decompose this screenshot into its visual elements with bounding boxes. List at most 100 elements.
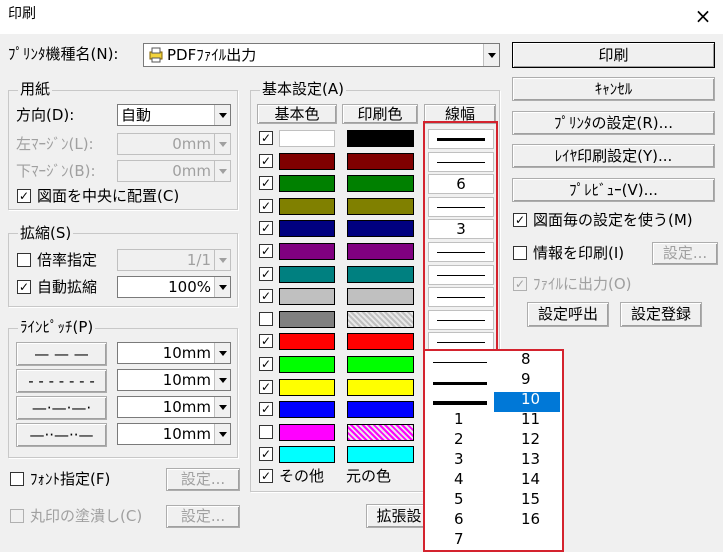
base-color-swatch[interactable] bbox=[279, 446, 335, 463]
chevron-down-icon[interactable] bbox=[214, 397, 230, 417]
popup-item[interactable]: 8 bbox=[521, 349, 531, 369]
color-row-checkbox[interactable]: ✓ bbox=[259, 402, 273, 416]
popup-item[interactable]: 11 bbox=[521, 409, 540, 429]
per-drawing-checkbox[interactable]: ✓ bbox=[513, 213, 527, 227]
linepitch-select[interactable]: 10mm bbox=[117, 396, 231, 418]
popup-line-10[interactable] bbox=[433, 401, 487, 405]
popup-item[interactable]: 14 bbox=[521, 469, 540, 489]
auto-scale-select[interactable]: 100% bbox=[117, 276, 231, 298]
color-row-checkbox[interactable]: ✓ bbox=[259, 221, 273, 235]
popup-item[interactable]: 3 bbox=[454, 449, 464, 469]
bottom-margin-select[interactable]: 0mm bbox=[117, 160, 231, 182]
layer-print-button[interactable]: ﾚｲﾔ印刷設定(Y)... bbox=[512, 144, 715, 168]
save-settings-button[interactable]: 設定登録 bbox=[620, 302, 702, 327]
font-settings-button[interactable]: 設定... bbox=[166, 468, 240, 491]
base-color-swatch[interactable] bbox=[279, 153, 335, 170]
linepitch-style-button[interactable]: — — — bbox=[16, 342, 107, 366]
base-color-swatch[interactable] bbox=[279, 311, 335, 328]
print-color-swatch[interactable] bbox=[347, 266, 414, 283]
color-row-checkbox[interactable]: ✓ bbox=[259, 199, 273, 213]
base-color-swatch[interactable] bbox=[279, 401, 335, 418]
fillcircle-settings-button[interactable]: 設定... bbox=[166, 505, 240, 528]
chevron-down-icon[interactable] bbox=[214, 105, 230, 125]
color-row-checkbox[interactable]: ✓ bbox=[259, 267, 273, 281]
info-settings-button[interactable]: 設定... bbox=[652, 242, 718, 265]
base-color-swatch[interactable] bbox=[279, 379, 335, 396]
popup-item[interactable]: 15 bbox=[521, 489, 540, 509]
preview-button[interactable]: ﾌﾟﾚﾋﾞｭｰ(V)... bbox=[512, 178, 715, 202]
color-row-checkbox[interactable]: ✓ bbox=[259, 131, 273, 145]
font-checkbox[interactable] bbox=[10, 472, 24, 486]
color-row-checkbox[interactable]: ✓ bbox=[259, 380, 273, 394]
print-button[interactable]: 印刷 bbox=[512, 42, 715, 68]
linepitch-style-button[interactable]: —··—··— bbox=[16, 423, 107, 447]
popup-item[interactable]: 10 bbox=[521, 389, 540, 409]
direction-select[interactable]: 自動 bbox=[117, 104, 231, 126]
popup-item[interactable]: 9 bbox=[521, 369, 531, 389]
popup-line-8[interactable] bbox=[433, 362, 487, 363]
base-color-swatch[interactable] bbox=[279, 198, 335, 215]
color-row-checkbox[interactable]: ✓ bbox=[259, 334, 273, 348]
print-color-swatch[interactable] bbox=[347, 333, 414, 350]
print-color-swatch[interactable] bbox=[347, 220, 414, 237]
print-color-swatch[interactable] bbox=[347, 401, 414, 418]
print-color-swatch[interactable] bbox=[347, 424, 414, 441]
print-color-swatch[interactable] bbox=[347, 175, 414, 192]
chevron-down-icon[interactable] bbox=[214, 134, 230, 154]
color-row-checkbox[interactable] bbox=[259, 312, 273, 326]
popup-item[interactable]: 1 bbox=[454, 409, 464, 429]
other-checkbox[interactable]: ✓ bbox=[259, 469, 273, 483]
close-icon[interactable]: × bbox=[690, 3, 716, 29]
base-color-swatch[interactable] bbox=[279, 288, 335, 305]
base-color-swatch[interactable] bbox=[279, 333, 335, 350]
chevron-down-icon[interactable] bbox=[214, 161, 230, 181]
popup-item[interactable]: 4 bbox=[454, 469, 464, 489]
left-margin-select[interactable]: 0mm bbox=[117, 133, 231, 155]
print-color-swatch[interactable] bbox=[347, 130, 414, 147]
color-row-checkbox[interactable]: ✓ bbox=[259, 176, 273, 190]
chevron-down-icon[interactable] bbox=[214, 370, 230, 390]
linepitch-style-button[interactable]: - - - - - - - bbox=[16, 369, 107, 393]
color-row-checkbox[interactable]: ✓ bbox=[259, 289, 273, 303]
base-color-header[interactable]: 基本色 bbox=[257, 104, 337, 124]
auto-scale-checkbox[interactable]: ✓ bbox=[17, 280, 31, 294]
print-color-swatch[interactable] bbox=[347, 288, 414, 305]
print-color-header[interactable]: 印刷色 bbox=[342, 104, 418, 124]
color-row-checkbox[interactable]: ✓ bbox=[259, 154, 273, 168]
linepitch-select[interactable]: 10mm bbox=[117, 342, 231, 364]
color-row-checkbox[interactable]: ✓ bbox=[259, 244, 273, 258]
popup-item[interactable]: 13 bbox=[521, 449, 540, 469]
popup-item[interactable]: 6 bbox=[454, 509, 464, 529]
base-color-swatch[interactable] bbox=[279, 220, 335, 237]
center-checkbox[interactable]: ✓ bbox=[17, 189, 31, 203]
fillcircle-checkbox[interactable] bbox=[10, 509, 24, 523]
linepitch-style-button[interactable]: —·—·—· bbox=[16, 396, 107, 420]
color-row-checkbox[interactable]: ✓ bbox=[259, 447, 273, 461]
call-settings-button[interactable]: 設定呼出 bbox=[527, 302, 609, 327]
ratio-select[interactable]: 1/1 bbox=[117, 249, 231, 271]
print-color-swatch[interactable] bbox=[347, 446, 414, 463]
popup-item[interactable]: 7 bbox=[454, 529, 464, 549]
base-color-swatch[interactable] bbox=[279, 243, 335, 260]
printer-select[interactable]: PDFﾌｧｲﾙ出力 bbox=[143, 43, 500, 67]
popup-item[interactable]: 16 bbox=[521, 509, 540, 529]
base-color-swatch[interactable] bbox=[279, 266, 335, 283]
base-color-swatch[interactable] bbox=[279, 356, 335, 373]
chevron-down-icon[interactable] bbox=[483, 44, 499, 66]
color-row-checkbox[interactable]: ✓ bbox=[259, 357, 273, 371]
ratio-checkbox[interactable] bbox=[17, 253, 31, 267]
print-color-swatch[interactable] bbox=[347, 243, 414, 260]
print-color-swatch[interactable] bbox=[347, 356, 414, 373]
popup-item[interactable]: 2 bbox=[454, 429, 464, 449]
print-color-swatch[interactable] bbox=[347, 311, 414, 328]
popup-line-9[interactable] bbox=[433, 382, 487, 385]
popup-item[interactable]: 12 bbox=[521, 429, 540, 449]
base-color-swatch[interactable] bbox=[279, 130, 335, 147]
printer-settings-button[interactable]: ﾌﾟﾘﾝﾀの設定(R)... bbox=[512, 111, 715, 135]
linepitch-select[interactable]: 10mm bbox=[117, 423, 231, 445]
chevron-down-icon[interactable] bbox=[214, 250, 230, 270]
chevron-down-icon[interactable] bbox=[214, 277, 230, 297]
chevron-down-icon[interactable] bbox=[214, 424, 230, 444]
cancel-button[interactable]: ｷｬﾝｾﾙ bbox=[512, 77, 715, 101]
print-info-checkbox[interactable] bbox=[513, 246, 527, 260]
